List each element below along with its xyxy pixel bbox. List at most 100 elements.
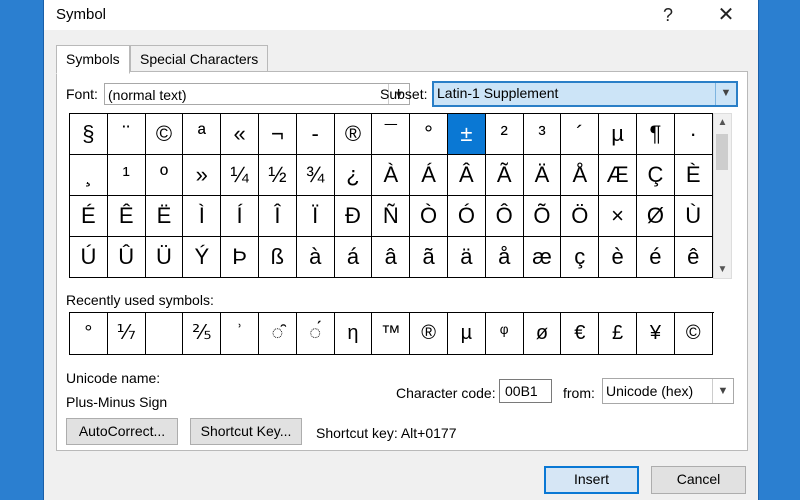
symbol-cell[interactable]: ¼	[221, 155, 259, 196]
recent-symbol-cell[interactable]: ⅖	[183, 313, 222, 355]
chevron-down-icon[interactable]: ▼	[712, 379, 733, 403]
symbol-cell[interactable]: §	[70, 114, 108, 155]
symbol-cell[interactable]: Ò	[410, 196, 448, 237]
symbol-cell[interactable]: Ø	[637, 196, 675, 237]
autocorrect-button[interactable]: AutoCorrect...	[66, 418, 178, 445]
symbol-cell[interactable]: Ä	[523, 155, 562, 196]
recent-symbol-cell[interactable]: £	[599, 313, 637, 355]
recent-symbol-cell[interactable]: ø	[523, 313, 562, 355]
symbol-cell[interactable]: â	[372, 237, 411, 278]
symbol-cell[interactable]: å	[485, 237, 524, 278]
symbol-cell[interactable]: Ë	[145, 196, 184, 237]
symbol-cell[interactable]: ³	[523, 114, 562, 155]
symbol-cell[interactable]: á	[334, 237, 373, 278]
subset-select[interactable]: Latin-1 Supplement ▼	[432, 81, 738, 107]
scroll-up-icon[interactable]: ▲	[714, 114, 731, 131]
symbol-cell[interactable]: Â	[448, 155, 486, 196]
symbol-cell[interactable]: æ	[523, 237, 562, 278]
recent-symbol-cell[interactable]: ◌̑	[259, 313, 297, 355]
help-icon[interactable]: ?	[654, 3, 682, 27]
symbol-cell[interactable]: È	[674, 155, 713, 196]
symbol-cell[interactable]: ©	[145, 114, 184, 155]
symbol-cell[interactable]: Î	[259, 196, 297, 237]
symbol-cell[interactable]: è	[599, 237, 637, 278]
recent-symbol-cell[interactable]: ®	[410, 313, 448, 355]
symbol-cell[interactable]: À	[372, 155, 411, 196]
recent-symbol-cell[interactable]: η	[334, 313, 373, 355]
symbol-cell[interactable]: ª	[183, 114, 222, 155]
recent-symbol-cell[interactable]: €	[561, 313, 600, 355]
symbol-cell[interactable]: ×	[599, 196, 637, 237]
symbol-cell[interactable]: ä	[448, 237, 486, 278]
recent-symbol-cell[interactable]: ©	[674, 313, 713, 355]
symbol-cell[interactable]: ®	[334, 114, 373, 155]
from-select[interactable]: Unicode (hex) ▼	[602, 378, 734, 404]
shortcut-key-button[interactable]: Shortcut Key...	[190, 418, 302, 445]
symbol-cell[interactable]: Ü	[145, 237, 184, 278]
symbol-cell[interactable]: ¶	[637, 114, 675, 155]
scroll-thumb[interactable]	[716, 134, 728, 170]
symbol-cell[interactable]: ç	[561, 237, 600, 278]
symbol-cell[interactable]: É	[70, 196, 108, 237]
symbol-cell[interactable]: ß	[259, 237, 297, 278]
symbol-cell[interactable]: Ã	[485, 155, 524, 196]
font-select[interactable]: (normal text) ▼	[104, 83, 410, 105]
symbol-grid-scrollbar[interactable]: ▲ ▼	[713, 113, 732, 279]
insert-button[interactable]: Insert	[544, 466, 639, 494]
recent-symbol-cell[interactable]: ʾ	[221, 313, 259, 355]
symbol-cell[interactable]: ·	[674, 114, 713, 155]
symbol-cell[interactable]: Û	[107, 237, 146, 278]
symbol-cell[interactable]: -	[296, 114, 335, 155]
symbol-cell[interactable]: Ï	[296, 196, 335, 237]
symbol-cell[interactable]: »	[183, 155, 222, 196]
symbol-cell[interactable]: Ó	[448, 196, 486, 237]
symbol-cell[interactable]: Í	[221, 196, 259, 237]
symbol-cell[interactable]: Õ	[523, 196, 562, 237]
symbol-cell[interactable]: Ì	[183, 196, 222, 237]
symbol-cell[interactable]: ¬	[259, 114, 297, 155]
recent-symbol-cell[interactable]: ¥	[637, 313, 675, 355]
symbol-cell[interactable]: Ñ	[372, 196, 411, 237]
recent-symbol-cell[interactable]	[145, 313, 184, 355]
symbol-cell[interactable]: ¯	[372, 114, 411, 155]
symbol-cell[interactable]: à	[296, 237, 335, 278]
symbol-cell[interactable]: ¿	[334, 155, 373, 196]
tab-special-characters[interactable]: Special Characters	[130, 45, 269, 73]
symbol-cell[interactable]: Ê	[107, 196, 146, 237]
symbol-cell[interactable]: º	[145, 155, 184, 196]
symbol-cell[interactable]: Å	[561, 155, 600, 196]
symbol-cell[interactable]: Ð	[334, 196, 373, 237]
tab-symbols[interactable]: Symbols	[56, 45, 130, 74]
recent-symbol-cell[interactable]: ᵠ	[485, 313, 524, 355]
character-code-input[interactable]: 00B1	[499, 379, 552, 403]
symbol-cell[interactable]: ê	[674, 237, 713, 278]
symbol-cell[interactable]: Ú	[70, 237, 108, 278]
symbol-cell[interactable]: ¸	[70, 155, 108, 196]
recent-symbol-cell[interactable]: ◌́	[296, 313, 335, 355]
symbol-cell[interactable]: Æ	[599, 155, 637, 196]
symbol-cell[interactable]: Ö	[561, 196, 600, 237]
symbol-cell[interactable]: ¹	[107, 155, 146, 196]
symbol-cell[interactable]: ã	[410, 237, 448, 278]
symbol-cell[interactable]: ´	[561, 114, 600, 155]
symbol-cell[interactable]: é	[637, 237, 675, 278]
symbol-cell[interactable]: Á	[410, 155, 448, 196]
cancel-button[interactable]: Cancel	[651, 466, 746, 494]
symbol-cell[interactable]: Ç	[637, 155, 675, 196]
symbol-cell-selected[interactable]: ±	[448, 114, 486, 155]
symbol-cell[interactable]: Ô	[485, 196, 524, 237]
chevron-down-icon[interactable]: ▼	[715, 83, 736, 105]
symbol-cell[interactable]: °	[410, 114, 448, 155]
symbol-cell[interactable]: Þ	[221, 237, 259, 278]
symbol-cell[interactable]: ½	[259, 155, 297, 196]
recent-symbol-cell[interactable]: ⅐	[107, 313, 146, 355]
scroll-down-icon[interactable]: ▼	[714, 261, 731, 278]
symbol-cell[interactable]: ²	[485, 114, 524, 155]
symbol-cell[interactable]: Ù	[674, 196, 713, 237]
recent-symbol-cell[interactable]: ™	[372, 313, 411, 355]
symbol-cell[interactable]: «	[221, 114, 259, 155]
symbol-cell[interactable]: ¨	[107, 114, 146, 155]
symbol-cell[interactable]: ¾	[296, 155, 335, 196]
symbol-cell[interactable]: Ý	[183, 237, 222, 278]
close-icon[interactable]: ✕	[712, 3, 740, 27]
